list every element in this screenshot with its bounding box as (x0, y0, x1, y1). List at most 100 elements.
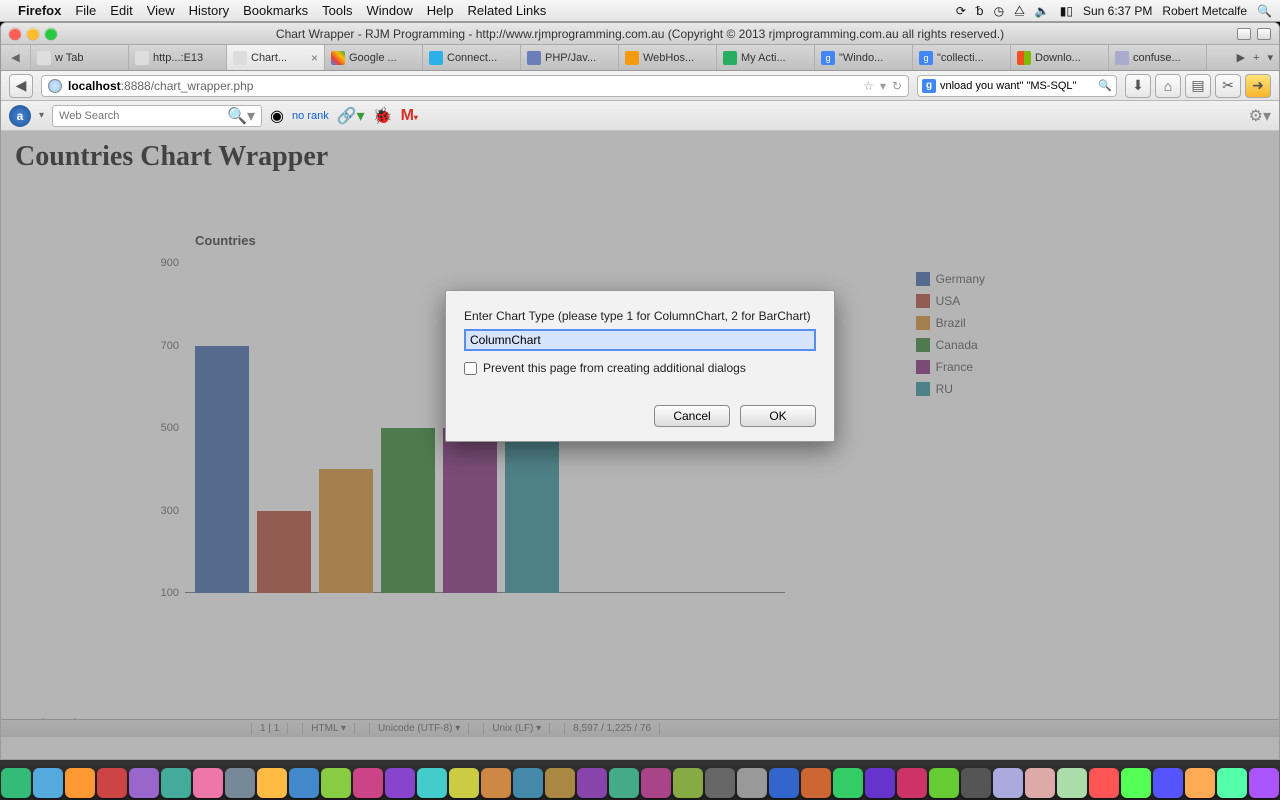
dock-app-icon[interactable] (129, 768, 159, 798)
pagerank-icon[interactable]: ◉ (270, 106, 284, 126)
clock[interactable]: Sun 6:37 PM (1083, 4, 1152, 18)
dock-app-icon[interactable] (1153, 768, 1183, 798)
dock-app-icon[interactable] (353, 768, 383, 798)
web-search-input[interactable] (59, 110, 227, 122)
dock-app-icon[interactable] (33, 768, 63, 798)
time-sync-icon[interactable]: ◷ (994, 4, 1004, 18)
tab-list-button[interactable]: ▾ (1267, 51, 1273, 64)
dock-app-icon[interactable] (1185, 768, 1215, 798)
dock-app-icon[interactable] (833, 768, 863, 798)
new-tab-button[interactable]: + (1253, 52, 1259, 64)
web-search-box[interactable]: 🔍▾ (52, 105, 262, 127)
fullscreen-button[interactable] (1257, 28, 1271, 40)
tab-downlo[interactable]: Downlo... (1011, 45, 1109, 70)
tab-google[interactable]: Google ... (325, 45, 423, 70)
ask-toolbar-icon[interactable]: a (9, 105, 31, 127)
dock-app-icon[interactable] (865, 768, 895, 798)
close-tab-icon[interactable]: × (311, 51, 318, 65)
dock-app-icon[interactable] (1249, 768, 1279, 798)
menu-window[interactable]: Window (367, 3, 413, 18)
dock-app-icon[interactable] (1217, 768, 1247, 798)
dock-app-icon[interactable] (801, 768, 831, 798)
close-window-button[interactable] (9, 28, 21, 40)
tab-http[interactable]: http...:E13 (129, 45, 227, 70)
tab-scroll-right[interactable]: ▶ (1237, 51, 1245, 64)
dock-app-icon[interactable] (897, 768, 927, 798)
menu-tools[interactable]: Tools (322, 3, 352, 18)
dock-app-icon[interactable] (513, 768, 543, 798)
tab-connect[interactable]: Connect... (423, 45, 521, 70)
dock-app-icon[interactable] (289, 768, 319, 798)
menu-bookmarks[interactable]: Bookmarks (243, 3, 308, 18)
dialog-ok-button[interactable]: OK (740, 405, 816, 427)
tab-collecti[interactable]: g"collecti... (913, 45, 1011, 70)
tab-webhost[interactable]: WebHos... (619, 45, 717, 70)
tab-new[interactable]: w Tab (31, 45, 129, 70)
wifi-icon[interactable]: ⧋ (1014, 3, 1025, 18)
search-icon[interactable]: 🔍▾ (227, 106, 255, 126)
menu-history[interactable]: History (189, 3, 229, 18)
screenshot-button[interactable]: ✂ (1215, 74, 1241, 98)
dialog-cancel-button[interactable]: Cancel (654, 405, 730, 427)
tab-myacti[interactable]: My Acti... (717, 45, 815, 70)
menu-view[interactable]: View (147, 3, 175, 18)
dock-app-icon[interactable] (961, 768, 991, 798)
dropbox-icon[interactable]: ⟳ (956, 4, 966, 18)
minimize-window-button[interactable] (27, 28, 39, 40)
spotlight-icon[interactable]: 🔍 (1257, 4, 1272, 18)
dock-app-icon[interactable] (737, 768, 767, 798)
back-button[interactable]: ◀ (9, 74, 33, 98)
dock-app-icon[interactable] (193, 768, 223, 798)
dock-app-icon[interactable] (1089, 768, 1119, 798)
search-go-icon[interactable]: 🔍 (1098, 79, 1112, 92)
dock-app-icon[interactable] (385, 768, 415, 798)
menu-related-links[interactable]: Related Links (468, 3, 547, 18)
dock-app-icon[interactable] (321, 768, 351, 798)
menu-help[interactable]: Help (427, 3, 454, 18)
gear-icon[interactable]: ⚙▾ (1249, 106, 1271, 126)
feed-icon[interactable]: ☆ (863, 79, 874, 93)
volume-icon[interactable]: 🔈 (1035, 4, 1050, 18)
dock-app-icon[interactable] (1, 768, 31, 798)
dock-app-icon[interactable] (705, 768, 735, 798)
dock-app-icon[interactable] (97, 768, 127, 798)
dock-app-icon[interactable] (1025, 768, 1055, 798)
dialog-suppress-row[interactable]: Prevent this page from creating addition… (464, 361, 816, 375)
dropdown-icon[interactable]: ▾ (880, 79, 886, 93)
tab-php[interactable]: PHP/Jav... (521, 45, 619, 70)
dock-app-icon[interactable] (225, 768, 255, 798)
tab-chart-active[interactable]: Chart...× (227, 45, 325, 70)
menu-edit[interactable]: Edit (110, 3, 132, 18)
battery-icon[interactable]: ▮▯ (1060, 4, 1073, 18)
search-bar[interactable]: g 🔍 (917, 75, 1117, 97)
dock-app-icon[interactable] (1121, 768, 1151, 798)
dock-app-icon[interactable] (1057, 768, 1087, 798)
site-identity-icon[interactable] (48, 79, 62, 93)
user-name[interactable]: Robert Metcalfe (1162, 4, 1247, 18)
dock-app-icon[interactable] (609, 768, 639, 798)
dock-app-icon[interactable] (545, 768, 575, 798)
app-menu[interactable]: Firefox (18, 3, 61, 18)
downloads-button[interactable]: ⬇ (1125, 74, 1151, 98)
dock-app-icon[interactable] (577, 768, 607, 798)
bug-icon[interactable]: 🐞 (373, 106, 393, 126)
dock-app-icon[interactable] (673, 768, 703, 798)
reload-icon[interactable]: ↻ (892, 79, 902, 93)
gmail-icon[interactable]: M▾ (401, 107, 418, 125)
dialog-input[interactable] (464, 329, 816, 351)
dock-app-icon[interactable] (257, 768, 287, 798)
search-engine-icon[interactable]: g (922, 79, 936, 93)
dock-app-icon[interactable] (993, 768, 1023, 798)
address-bar[interactable]: localhost:8888/chart_wrapper.php ☆ ▾ ↻ (41, 75, 909, 97)
home-button[interactable]: ⌂ (1155, 74, 1181, 98)
dock-app-icon[interactable] (161, 768, 191, 798)
toolbar-toggle-button[interactable] (1237, 28, 1251, 40)
tab-confuse[interactable]: confuse... (1109, 45, 1207, 70)
dock-app-icon[interactable] (481, 768, 511, 798)
dock-app-icon[interactable] (65, 768, 95, 798)
tab-windo[interactable]: g"Windo... (815, 45, 913, 70)
bookmarks-button[interactable]: ▤ (1185, 74, 1211, 98)
zoom-window-button[interactable] (45, 28, 57, 40)
dock-app-icon[interactable] (417, 768, 447, 798)
dialog-suppress-checkbox[interactable] (464, 362, 477, 375)
